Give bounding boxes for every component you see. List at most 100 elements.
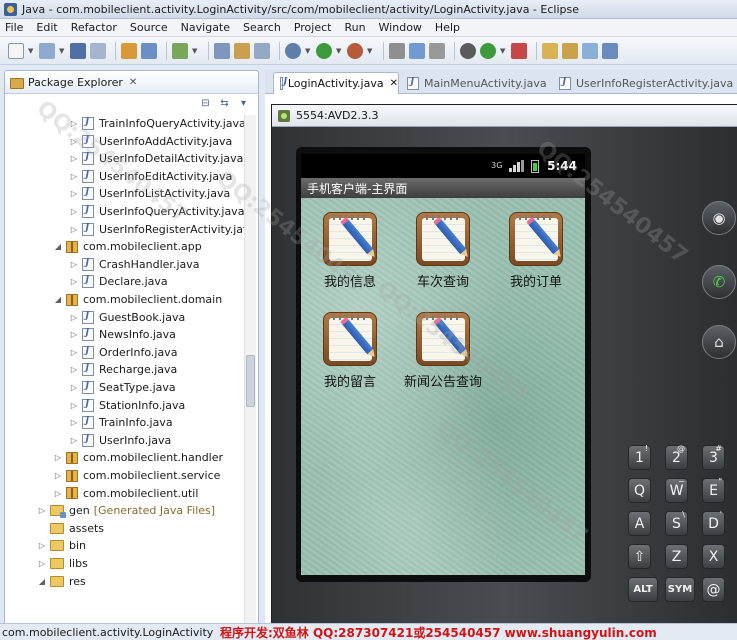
annotation-icon[interactable] [602, 42, 618, 59]
save-icon[interactable] [70, 42, 86, 59]
tree-item[interactable]: ▷ SeatType.java [69, 379, 258, 396]
collapsed-arrow-icon[interactable]: ▷ [69, 221, 79, 238]
navigate-icon[interactable] [582, 42, 598, 59]
collapsed-arrow-icon[interactable]: ▷ [69, 256, 79, 273]
keyboard-key[interactable]: ALT [628, 577, 658, 602]
tile-my-info[interactable]: 我的信息 [304, 212, 394, 294]
run-icon[interactable] [316, 42, 332, 59]
save-all-icon[interactable] [90, 42, 106, 59]
tree-item[interactable]: ▷ UserInfoQueryActivity.java [69, 203, 258, 220]
tree-item[interactable]: ▷ UserInfoEditActivity.java [69, 168, 258, 185]
close-icon[interactable]: ✕ [129, 77, 137, 88]
keyboard-key[interactable]: SYM [665, 577, 695, 602]
phone-screen[interactable]: 3G 5:44 手机客户端-主界面 我的信息 车次查询 我的订单 我的留言 新闻… [301, 154, 585, 575]
keyboard-key[interactable]: 3 # [702, 444, 725, 470]
collapsed-arrow-icon[interactable]: ▷ [69, 273, 79, 290]
run-dropdown-arrow[interactable]: ▼ [336, 43, 342, 59]
tile-my-orders[interactable]: 我的订单 [490, 212, 580, 294]
keyboard-key[interactable]: A [628, 511, 651, 536]
menu-window[interactable]: Window [379, 21, 422, 34]
keyboard-key[interactable]: S \ [665, 510, 688, 536]
explorer-scrollbar[interactable] [244, 115, 256, 623]
tree-item[interactable]: ◢ com.mobileclient.domain [53, 291, 258, 308]
tree-item[interactable]: ▷ TrainInfo.java [69, 414, 258, 431]
project-dropdown-arrow[interactable]: ▼ [59, 43, 65, 59]
new-file-icon[interactable] [8, 42, 24, 59]
refresh-icon[interactable] [480, 42, 496, 59]
new-dropdown-arrow[interactable]: ▼ [28, 43, 34, 59]
tree-item[interactable]: ▷ bin [37, 537, 258, 554]
tree-item[interactable]: ▷ NewsInfo.java [69, 326, 258, 343]
menu-project[interactable]: Project [294, 21, 332, 34]
tree-item[interactable]: ▷ UserInfoAddActivity.java [69, 133, 258, 150]
external-tools-dropdown-arrow[interactable]: ▼ [367, 43, 373, 59]
tree-item[interactable]: ▷ GuestBook.java [69, 309, 258, 326]
collapsed-arrow-icon[interactable]: ▷ [69, 115, 79, 132]
tree-item[interactable]: ▷ OrderInfo.java [69, 344, 258, 361]
collapsed-arrow-icon[interactable]: ▷ [69, 133, 79, 150]
tree-item[interactable]: ▷ UserInfoRegisterActivity.java [69, 221, 258, 238]
tree-item[interactable]: ▷ libs [37, 555, 258, 572]
menu-edit[interactable]: Edit [36, 21, 57, 34]
tree-item[interactable]: ▷ UserInfo.java [69, 432, 258, 449]
debug-icon[interactable] [285, 42, 301, 59]
task-dropdown-arrow[interactable]: ▼ [192, 43, 198, 59]
collapsed-arrow-icon[interactable]: ▷ [69, 432, 79, 449]
tree-item[interactable]: ◢ res [37, 573, 258, 590]
tab-login-activity[interactable]: LoginActivity.java ✕ [273, 72, 399, 94]
keyboard-key[interactable]: E " [702, 477, 725, 503]
tree-item[interactable]: assets [37, 520, 258, 537]
expanded-arrow-icon[interactable]: ◢ [53, 238, 63, 255]
keyboard-key[interactable]: Z [665, 544, 688, 569]
expanded-arrow-icon[interactable]: ◢ [53, 291, 63, 308]
tree-item[interactable]: ▷ Declare.java [69, 273, 258, 290]
task-icon[interactable] [172, 42, 188, 59]
collapsed-arrow-icon[interactable]: ▷ [53, 449, 63, 466]
avd-manager-icon[interactable] [409, 42, 425, 59]
tree-item[interactable]: ▷ Recharge.java [69, 361, 258, 378]
collapsed-arrow-icon[interactable]: ▷ [37, 537, 47, 554]
close-icon[interactable]: ✕ [390, 78, 398, 89]
home-icon[interactable]: ⌂ [702, 325, 736, 359]
external-tools-icon[interactable] [347, 42, 363, 59]
debug-dropdown-arrow[interactable]: ▼ [305, 43, 311, 59]
call-icon[interactable]: ✆ [702, 265, 736, 299]
collapsed-arrow-icon[interactable]: ▷ [69, 326, 79, 343]
menu-navigate[interactable]: Navigate [181, 21, 230, 34]
tile-train-query[interactable]: 车次查询 [397, 212, 487, 294]
menu-file[interactable]: File [5, 21, 23, 34]
keyboard-key[interactable]: @ [702, 577, 725, 602]
tree-item[interactable]: ▷ CrashHandler.java [69, 256, 258, 273]
keyboard-key[interactable]: X [702, 544, 725, 569]
import-icon[interactable] [121, 42, 137, 59]
refresh-dropdown-arrow[interactable]: ▼ [500, 43, 506, 59]
collapsed-arrow-icon[interactable] [37, 520, 47, 537]
collapsed-arrow-icon[interactable]: ▷ [69, 344, 79, 361]
package-explorer-tab[interactable]: Package Explorer ✕ [5, 71, 258, 94]
keyboard-key[interactable]: W ~ [665, 477, 688, 503]
new-project-icon[interactable] [39, 42, 55, 59]
menu-help[interactable]: Help [435, 21, 460, 34]
collapsed-arrow-icon[interactable]: ▷ [69, 150, 79, 167]
tree-item[interactable]: ◢ com.mobileclient.app [53, 238, 258, 255]
collapse-all-icon[interactable]: ⊟ [199, 98, 212, 110]
tab-main-menu-activity[interactable]: MainMenuActivity.java [401, 72, 551, 94]
collapsed-arrow-icon[interactable]: ▷ [69, 185, 79, 202]
collapsed-arrow-icon[interactable]: ▷ [53, 467, 63, 484]
search-icon[interactable] [214, 42, 230, 59]
menu-source[interactable]: Source [130, 21, 168, 34]
menu-refactor[interactable]: Refactor [71, 21, 117, 34]
tile-my-messages[interactable]: 我的留言 [304, 312, 394, 394]
collapsed-arrow-icon[interactable]: ▷ [53, 485, 63, 502]
view-menu-icon[interactable]: ▾ [237, 98, 250, 110]
tree-item[interactable]: ▷ TrainInfoQueryActivity.java [69, 115, 258, 132]
lint-icon[interactable] [429, 42, 445, 59]
keyboard-key[interactable]: 1! [628, 444, 651, 470]
menu-search[interactable]: Search [243, 21, 281, 34]
open-resource-icon[interactable] [254, 42, 270, 59]
collapsed-arrow-icon[interactable]: ▷ [69, 203, 79, 220]
keyboard-key[interactable]: Q [628, 478, 651, 503]
grid-icon[interactable] [460, 42, 476, 59]
keyboard-key[interactable]: D ' [702, 510, 725, 536]
tree-item[interactable]: ▷ StationInfo.java [69, 397, 258, 414]
